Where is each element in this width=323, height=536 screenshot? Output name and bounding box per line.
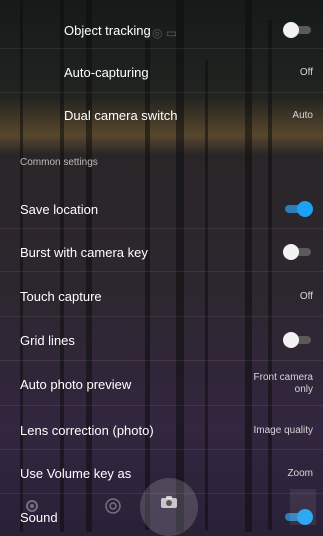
divider bbox=[0, 228, 323, 229]
auto-photo-preview-value-line2: only bbox=[294, 384, 313, 395]
use-volume-key-value: Zoom bbox=[287, 467, 313, 479]
lens-correction-value: Image quality bbox=[253, 424, 313, 436]
object-tracking-toggle[interactable] bbox=[283, 22, 313, 38]
dual-camera-switch-label: Dual camera switch bbox=[64, 107, 178, 123]
divider bbox=[0, 360, 323, 361]
grid-lines-row[interactable]: Grid lines bbox=[0, 324, 323, 356]
object-tracking-label: Object tracking bbox=[64, 22, 151, 38]
dual-camera-switch-value: Auto bbox=[292, 109, 313, 121]
auto-photo-preview-value: Front camera only bbox=[239, 372, 313, 396]
gallery-thumbnail[interactable] bbox=[290, 489, 316, 525]
auto-capturing-label: Auto-capturing bbox=[64, 64, 149, 80]
camera-mode-icon[interactable] bbox=[104, 497, 122, 515]
divider bbox=[0, 271, 323, 272]
auto-photo-preview-label: Auto photo preview bbox=[20, 376, 132, 392]
auto-capturing-row[interactable]: Auto-capturing Off bbox=[0, 56, 323, 88]
shutter-camera-icon bbox=[161, 496, 177, 508]
auto-capturing-value: Off bbox=[299, 66, 313, 78]
burst-with-camera-key-label: Burst with camera key bbox=[20, 244, 148, 260]
lens-correction-row[interactable]: Lens correction (photo) Image quality bbox=[0, 414, 323, 446]
divider bbox=[0, 92, 323, 93]
burst-with-camera-key-row[interactable]: Burst with camera key bbox=[0, 236, 323, 268]
save-location-row[interactable]: Save location bbox=[0, 193, 323, 225]
touch-capture-label: Touch capture bbox=[20, 288, 102, 304]
auto-photo-preview-value-line1: Front camera bbox=[253, 372, 313, 383]
settings-icon[interactable] bbox=[24, 498, 40, 514]
mode-icons: ◎ ▭ bbox=[152, 26, 178, 40]
save-location-label: Save location bbox=[20, 201, 99, 217]
auto-photo-preview-row[interactable]: Auto photo preview Front camera only bbox=[0, 368, 323, 400]
divider bbox=[0, 449, 323, 450]
burst-with-camera-key-toggle[interactable] bbox=[283, 244, 313, 260]
touch-capture-value: Off bbox=[299, 290, 313, 302]
grid-lines-toggle[interactable] bbox=[283, 332, 313, 348]
common-settings-header: Common settings bbox=[20, 157, 98, 168]
lens-correction-label: Lens correction (photo) bbox=[20, 422, 154, 438]
divider bbox=[0, 405, 323, 406]
touch-capture-row[interactable]: Touch capture Off bbox=[0, 280, 323, 312]
dual-camera-switch-row[interactable]: Dual camera switch Auto bbox=[0, 99, 323, 131]
grid-lines-label: Grid lines bbox=[20, 332, 75, 348]
use-volume-key-label: Use Volume key as bbox=[20, 465, 132, 481]
save-location-toggle[interactable] bbox=[283, 201, 313, 217]
divider bbox=[0, 48, 323, 49]
divider bbox=[0, 316, 323, 317]
